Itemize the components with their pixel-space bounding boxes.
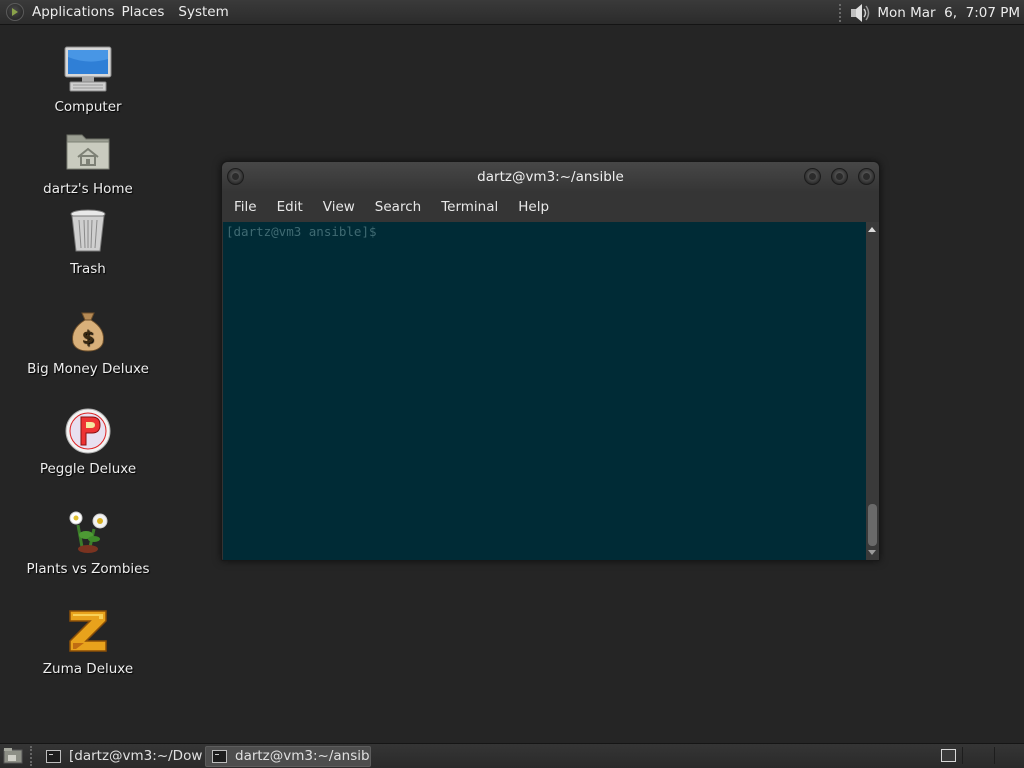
desktop-icon-peggle[interactable]: Peggle Deluxe [28, 407, 148, 477]
gnome-foot-icon [6, 3, 24, 21]
taskbar-item-downloads[interactable]: [dartz@vm3:~/Dow... [40, 746, 202, 767]
svg-text:$: $ [82, 327, 95, 348]
top-panel: Applications Places System Mon Mar 6, 7:… [0, 0, 1024, 25]
close-button[interactable] [858, 168, 875, 185]
desktop-icon-label: Big Money Deluxe [27, 361, 149, 377]
show-desktop-icon [3, 748, 23, 764]
shell-prompt: [dartz@vm3 ansible]$ [226, 224, 377, 239]
computer-icon [64, 46, 112, 92]
window-titlebar[interactable]: dartz@vm3:~/ansible [222, 162, 879, 192]
workspace-1[interactable] [941, 749, 956, 762]
scroll-down-arrow-icon[interactable] [868, 550, 876, 555]
menu-edit[interactable]: Edit [267, 192, 313, 222]
panel-grip [839, 3, 843, 22]
desktop-icon-label: Plants vs Zombies [26, 561, 150, 577]
scroll-up-arrow-icon[interactable] [868, 227, 876, 232]
places-menu[interactable]: Places [114, 0, 171, 24]
menu-terminal[interactable]: Terminal [431, 192, 508, 222]
desktop-icon-trash[interactable]: Trash [28, 207, 148, 277]
applications-menu[interactable]: Applications [0, 0, 114, 24]
desktop-icon-label: Trash [70, 261, 106, 277]
applications-menu-label: Applications [32, 4, 115, 20]
taskbar-separator [30, 746, 34, 766]
desktop-icon-home[interactable]: dartz's Home [28, 127, 148, 197]
menu-help[interactable]: Help [508, 192, 559, 222]
terminal-scrollbar[interactable] [866, 222, 879, 560]
system-menu[interactable]: System [171, 0, 235, 24]
clock[interactable]: Mon Mar 6, 7:07 PM [871, 5, 1024, 21]
minimize-button[interactable] [804, 168, 821, 185]
terminal-window: dartz@vm3:~/ansible File Edit View Searc… [221, 161, 880, 561]
terminal-icon [46, 749, 61, 763]
desktop-icon-label: Zuma Deluxe [42, 661, 134, 677]
maximize-button[interactable] [831, 168, 848, 185]
bottom-panel: [dartz@vm3:~/Dow... dartz@vm3:~/ansible [0, 743, 1024, 768]
desktop-icon-label: dartz's Home [43, 181, 133, 197]
desktop-icon-computer[interactable]: Computer [28, 45, 148, 115]
home-folder-icon [66, 134, 110, 170]
zuma-icon [69, 610, 107, 652]
menu-file[interactable]: File [224, 192, 267, 222]
plants-vs-zombies-icon [69, 511, 108, 553]
taskbar-item-label: dartz@vm3:~/ansible [235, 748, 371, 764]
window-title: dartz@vm3:~/ansible [477, 169, 624, 185]
taskbar-item-ansible[interactable]: dartz@vm3:~/ansible [205, 745, 371, 767]
peggle-icon [65, 408, 111, 454]
workspace-2[interactable] [962, 747, 978, 764]
trash-icon [70, 209, 106, 252]
desktop-icon-big-money[interactable]: $ Big Money Deluxe [27, 307, 149, 377]
menu-search[interactable]: Search [365, 192, 431, 222]
workspace-3[interactable] [994, 747, 1010, 764]
speaker-icon[interactable] [849, 3, 871, 23]
scrollbar-thumb[interactable] [868, 504, 877, 546]
terminal-icon [212, 749, 227, 763]
terminal-area[interactable]: [dartz@vm3 ansible]$ [223, 222, 866, 560]
money-bag-icon: $ [72, 312, 104, 352]
desktop-icon-plants-vs-zombies[interactable]: Plants vs Zombies [26, 507, 150, 577]
show-desktop-button[interactable] [2, 745, 24, 767]
desktop-icon-label: Computer [54, 99, 122, 115]
menu-view[interactable]: View [313, 192, 365, 222]
desktop-icon-zuma[interactable]: Zuma Deluxe [28, 607, 148, 677]
terminal-menubar: File Edit View Search Terminal Help [222, 192, 879, 222]
taskbar-item-label: [dartz@vm3:~/Dow... [69, 748, 202, 764]
desktop-icon-label: Peggle Deluxe [39, 461, 137, 477]
